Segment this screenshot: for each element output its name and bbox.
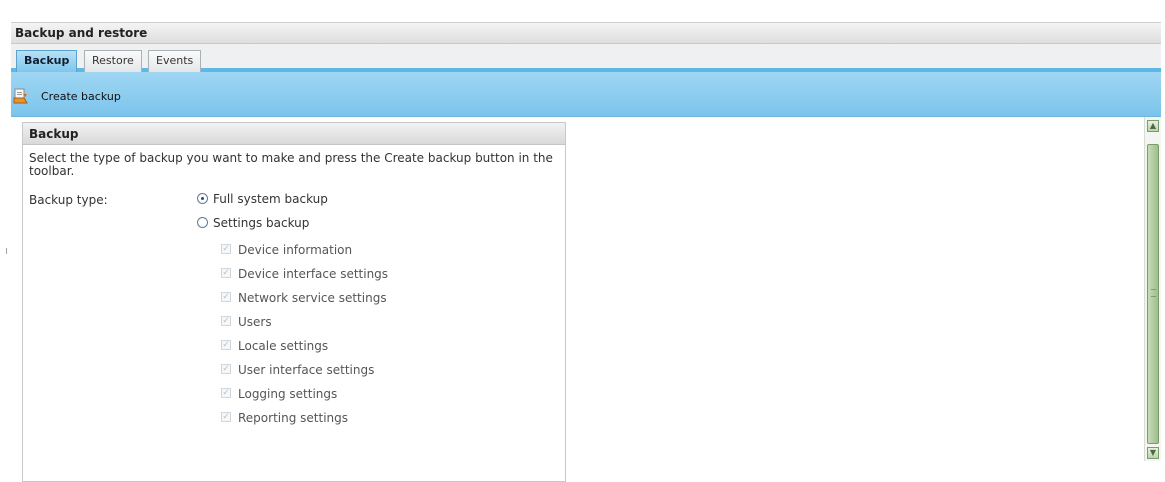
panel-title: Backup bbox=[23, 123, 565, 145]
checkbox-label: Network service settings bbox=[238, 291, 387, 305]
checkbox-icon[interactable]: ✓ bbox=[221, 244, 231, 254]
checkbox-icon[interactable]: ✓ bbox=[221, 388, 231, 398]
tab-events[interactable]: Events bbox=[148, 50, 202, 72]
checkbox-label: Device information bbox=[238, 243, 353, 257]
checkbox-icon[interactable]: ✓ bbox=[221, 340, 231, 350]
backup-panel: Backup Select the type of backup you wan… bbox=[22, 122, 566, 482]
checkbox-label: Device interface settings bbox=[238, 267, 389, 281]
radio-label: Settings backup bbox=[213, 216, 310, 230]
checkbox-icon[interactable]: ✓ bbox=[221, 268, 231, 278]
checkbox-icon[interactable]: ✓ bbox=[221, 412, 231, 422]
tab-backup[interactable]: Backup bbox=[16, 50, 78, 72]
checkbox-label: Users bbox=[238, 315, 272, 329]
checkbox-icon[interactable]: ✓ bbox=[221, 316, 231, 326]
panel-description: Select the type of backup you want to ma… bbox=[29, 151, 553, 178]
create-backup-label: Create backup bbox=[41, 90, 121, 103]
checkbox-label: User interface settings bbox=[238, 363, 375, 377]
window-title: Backup and restore bbox=[15, 26, 148, 40]
scroll-up-icon[interactable]: ▲ bbox=[1147, 120, 1159, 132]
checkbox-label: Reporting settings bbox=[238, 411, 349, 425]
tab-restore[interactable]: Restore bbox=[84, 50, 142, 72]
radio-label: Full system backup bbox=[213, 192, 328, 206]
backup-type-label: Backup type: bbox=[29, 193, 108, 207]
checkbox-icon[interactable]: ✓ bbox=[221, 364, 231, 374]
window-titlebar: Backup and restore bbox=[11, 22, 1161, 44]
checkbox-label: Locale settings bbox=[238, 339, 329, 353]
content-area: Backup Select the type of backup you wan… bbox=[11, 117, 1141, 482]
create-backup-icon bbox=[13, 88, 28, 104]
top-strip bbox=[0, 0, 1165, 17]
vertical-scrollbar[interactable]: ▲ ▼ bbox=[1144, 117, 1161, 461]
splitter-marker bbox=[6, 248, 7, 254]
scroll-down-icon[interactable]: ▼ bbox=[1147, 447, 1159, 459]
checkbox-icon[interactable]: ✓ bbox=[221, 292, 231, 302]
tab-bar: Backup Restore Events bbox=[11, 44, 1161, 72]
scrollbar-thumb[interactable] bbox=[1147, 144, 1159, 444]
toolbar: Create backup bbox=[11, 72, 1161, 117]
grip-icon bbox=[1151, 289, 1156, 297]
checkbox-label: Logging settings bbox=[238, 387, 338, 401]
radio-selected-icon[interactable] bbox=[197, 193, 208, 204]
radio-unselected-icon[interactable] bbox=[197, 217, 208, 228]
